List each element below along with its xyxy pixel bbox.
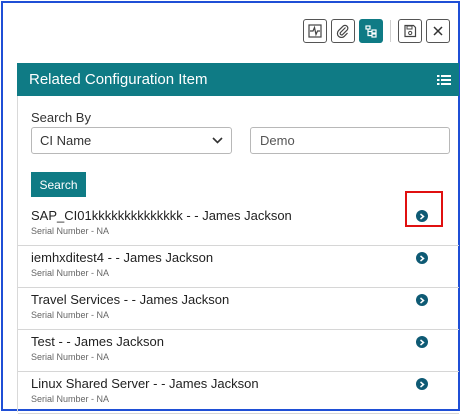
- search-by-value: CI Name: [40, 133, 92, 148]
- list-item: SAP_CI01kkkkkkkkkkkkkk - - James Jackson…: [18, 191, 459, 246]
- chevron-right-icon: [420, 254, 425, 262]
- item-subtitle: Serial Number - NA: [31, 352, 110, 362]
- related-ci-dialog: Related Configuration Item Search By CI …: [1, 1, 460, 414]
- chevron-right-icon: [420, 296, 425, 304]
- go-button[interactable]: [416, 210, 428, 222]
- search-by-select[interactable]: CI Name: [31, 127, 232, 154]
- chevron-right-icon: [420, 212, 425, 220]
- item-subtitle: Serial Number - NA: [31, 226, 110, 236]
- list-item: Linux Shared Server - - James Jackson Se…: [18, 372, 459, 414]
- save-button[interactable]: [398, 19, 422, 43]
- search-by-label: Search By: [31, 110, 91, 125]
- item-subtitle: Serial Number - NA: [31, 310, 110, 320]
- attachment-button[interactable]: [331, 19, 355, 43]
- go-button[interactable]: [416, 294, 428, 306]
- activity-button[interactable]: [303, 19, 327, 43]
- item-title: SAP_CI01kkkkkkkkkkkkkk - - James Jackson: [31, 208, 292, 223]
- hierarchy-icon: [365, 25, 377, 38]
- chevron-down-icon: [212, 137, 223, 144]
- paperclip-icon: [336, 24, 349, 38]
- search-input[interactable]: [250, 127, 450, 154]
- item-title: iemhxditest4 - - James Jackson: [31, 250, 214, 265]
- list-item: Travel Services - - James Jackson Serial…: [18, 288, 459, 330]
- item-subtitle: Serial Number - NA: [31, 394, 110, 404]
- go-button[interactable]: [416, 336, 428, 348]
- chevron-right-icon: [420, 338, 425, 346]
- search-button[interactable]: Search: [31, 172, 86, 197]
- go-button[interactable]: [416, 252, 428, 264]
- close-button[interactable]: [426, 19, 450, 43]
- activity-icon: [308, 24, 322, 38]
- close-icon: [433, 26, 443, 36]
- item-title: Travel Services - - James Jackson: [31, 292, 230, 307]
- results-list: SAP_CI01kkkkkkkkkkkkkk - - James Jackson…: [18, 191, 459, 414]
- panel-header: Related Configuration Item: [17, 63, 459, 96]
- item-title: Linux Shared Server - - James Jackson: [31, 376, 259, 391]
- item-title: Test - - James Jackson: [31, 334, 164, 349]
- save-icon: [404, 24, 417, 38]
- list-icon[interactable]: [437, 74, 451, 86]
- item-subtitle: Serial Number - NA: [31, 268, 110, 278]
- panel-body: Search By CI Name Search SAP_CI01kkkkkkk…: [17, 96, 459, 414]
- chevron-right-icon: [420, 380, 425, 388]
- list-item: Test - - James Jackson Serial Number - N…: [18, 330, 459, 372]
- toolbar-divider: [390, 20, 391, 42]
- go-button[interactable]: [416, 378, 428, 390]
- panel-title: Related Configuration Item: [29, 71, 208, 88]
- toolbar: [303, 19, 450, 43]
- list-item: iemhxditest4 - - James Jackson Serial Nu…: [18, 246, 459, 288]
- hierarchy-button[interactable]: [359, 19, 383, 43]
